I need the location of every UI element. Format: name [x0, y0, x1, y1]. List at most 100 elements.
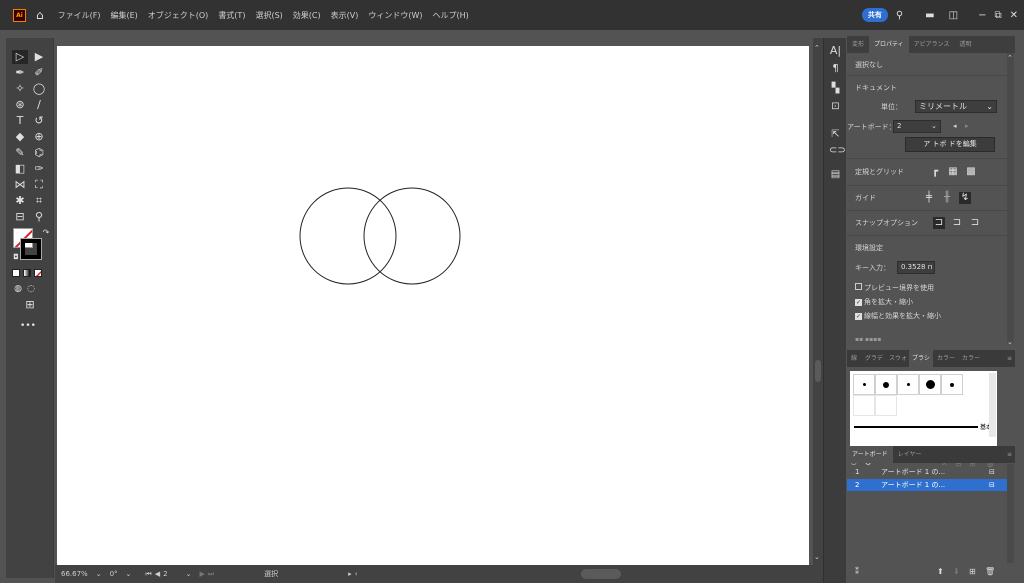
gradient-tool-icon[interactable]: ◧ — [12, 162, 28, 176]
pen-tool-icon[interactable]: ✒ — [12, 66, 28, 80]
swatches-panel-icon[interactable]: ▚ — [829, 82, 842, 95]
symbol-tool-icon[interactable]: ⊛ — [12, 98, 28, 112]
brush-scrollbar[interactable] — [989, 373, 996, 437]
smart-guides-icon[interactable]: ↯ — [959, 192, 971, 204]
horizontal-scrollbar-thumb[interactable] — [581, 569, 621, 579]
delete-artboard-icon[interactable]: 🗑 — [985, 567, 995, 576]
puppet-warp-tool-icon[interactable]: ✱ — [12, 194, 28, 208]
edit-toolbar-icon[interactable]: ••• — [20, 319, 36, 333]
workspace-switcher-icon[interactable]: ◫ — [949, 10, 958, 21]
panel-scrollbar[interactable] — [1007, 464, 1014, 564]
libraries-panel-icon[interactable]: ⊡ — [829, 100, 842, 113]
none-mode-icon[interactable] — [34, 269, 42, 277]
menu-edit[interactable]: 編集(E) — [110, 10, 137, 21]
draw-behind-icon[interactable]: ◌ — [23, 282, 39, 296]
menu-help[interactable]: ヘルプ(H) — [432, 10, 468, 21]
blend-tool-icon[interactable]: ⋈ — [12, 178, 28, 192]
artboard-number-field[interactable]: 2 — [163, 570, 167, 578]
artboard[interactable] — [57, 46, 809, 565]
perspective-tool-icon[interactable]: ⌬ — [31, 146, 47, 160]
tab-artboards[interactable]: アートボード — [847, 446, 893, 463]
artboard-row[interactable]: 1 アートボード 1 の... ⊟ — [847, 466, 1007, 478]
scroll-down-icon[interactable]: ⌄ — [814, 553, 820, 561]
panel-scroll-down-icon[interactable]: ⌄ — [1007, 338, 1013, 346]
artboard-options-icon[interactable]: ⊟ — [989, 479, 995, 491]
panel-menu-icon[interactable]: ≡ — [1004, 350, 1015, 367]
brush-swatch[interactable] — [941, 374, 963, 395]
tab-layers[interactable]: レイヤー — [893, 446, 927, 463]
stroke-swatch[interactable] — [20, 238, 42, 260]
artboard-dropdown-icon[interactable]: ⌄ — [186, 570, 192, 578]
preview-bounds-checkbox[interactable]: プレビュー境界を使用 — [855, 283, 934, 293]
search-icon[interactable]: ⚲ — [896, 10, 903, 21]
last-artboard-icon[interactable]: ⏭ — [208, 570, 214, 579]
prev-artboard-icon[interactable]: ◀ — [155, 570, 160, 578]
scale-corners-checkbox[interactable]: ✓ 角を拡大・縮小 — [855, 297, 913, 307]
panel-scroll-up-icon[interactable]: ⌃ — [1007, 54, 1013, 62]
scroll-up-icon[interactable]: ⌃ — [814, 44, 820, 52]
zoom-field[interactable]: 66.67% — [61, 570, 88, 578]
panel-scrollbar[interactable] — [1007, 53, 1014, 343]
brush-swatch[interactable] — [875, 374, 897, 395]
edit-artboards-button[interactable]: ア トボ ドを編集 — [905, 137, 995, 152]
next-artboard-icon[interactable]: ▸ — [965, 122, 969, 130]
keyboard-increment-input[interactable]: 0.3528 п — [897, 261, 935, 274]
lock-guides-icon[interactable]: ╫ — [941, 192, 953, 204]
close-icon[interactable]: ✕ — [1010, 10, 1018, 21]
snap-to-grid-icon[interactable]: ⊐ — [951, 217, 963, 229]
right-circle[interactable] — [363, 187, 461, 285]
vertical-scrollbar-thumb[interactable] — [815, 360, 821, 382]
home-icon[interactable]: ⌂ — [36, 8, 44, 22]
character-panel-icon[interactable]: A| — [829, 44, 842, 57]
snap-to-pixel-icon[interactable]: ⊐ — [969, 217, 981, 229]
brush-swatch-empty[interactable] — [875, 395, 897, 416]
tab-color[interactable]: カラー — [933, 350, 959, 367]
move-up-icon[interactable]: ⬆ — [937, 567, 944, 576]
ruler-icon[interactable]: ┏ — [929, 166, 941, 178]
canvas-area[interactable] — [55, 38, 813, 565]
next-artboard-icon[interactable]: ▶ — [199, 570, 204, 578]
menu-effect[interactable]: 効果(C) — [293, 10, 321, 21]
paragraph-panel-icon[interactable]: ¶ — [829, 62, 842, 75]
zoom-tool-icon[interactable]: ⚲ — [31, 210, 47, 224]
tab-appearance[interactable]: アピアランス — [909, 36, 955, 53]
menu-window[interactable]: ウィンドウ(W) — [368, 10, 422, 21]
transparency-grid-icon[interactable]: ▩ — [965, 166, 977, 178]
rotate-tool-icon[interactable]: ↺ — [31, 114, 47, 128]
brush-swatch-empty[interactable] — [853, 395, 875, 416]
rearrange-artboards-icon[interactable]: ⁑ — [855, 567, 859, 576]
gradient-mode-icon[interactable] — [23, 269, 31, 277]
prev-artboard-icon[interactable]: ◂ — [953, 122, 957, 130]
arrange-documents-icon[interactable]: ▬ — [925, 10, 934, 21]
default-fill-stroke-icon[interactable]: ◘ — [8, 250, 24, 264]
color-mode-icon[interactable] — [12, 269, 20, 277]
left-circle[interactable] — [299, 187, 397, 285]
panel-menu-icon[interactable]: ≡ — [1004, 446, 1015, 463]
slice-tool-icon[interactable]: ⊟ — [12, 210, 28, 224]
menu-file[interactable]: ファイル(F) — [58, 10, 101, 21]
restore-icon[interactable]: ⧉ — [994, 10, 1001, 21]
swap-fill-stroke-icon[interactable]: ↷ — [38, 226, 54, 240]
selection-tool-icon[interactable]: ▷ — [12, 50, 28, 64]
eyedropper-tool-icon[interactable]: ✑ — [31, 162, 47, 176]
eraser-tool-icon[interactable]: ◆ — [12, 130, 28, 144]
unit-dropdown[interactable]: ミリメートル ⌄ — [915, 100, 997, 113]
status-menu-arrow-icon[interactable]: ▸ — [348, 570, 352, 578]
ellipse-tool-icon[interactable]: ◯ — [31, 82, 47, 96]
shape-builder-tool-icon[interactable]: ⊕ — [31, 130, 47, 144]
grid-icon[interactable]: ▦ — [947, 166, 959, 178]
scroll-left-icon[interactable]: ‹ — [355, 570, 358, 578]
export-panel-icon[interactable]: ⇱ — [829, 128, 842, 141]
snap-to-point-icon[interactable]: ⊐ — [933, 217, 945, 229]
scale-strokes-checkbox[interactable]: ✓ 線幅と効果を拡大・縮小 — [855, 311, 941, 321]
brush-swatch[interactable] — [853, 374, 875, 395]
align-panel-icon[interactable]: ▤ — [829, 168, 842, 181]
artboard-row-selected[interactable]: 2 アートボード 1 の... ⊟ — [847, 479, 1007, 491]
tab-color-guide[interactable]: カラー — [959, 350, 983, 367]
pencil-tool-icon[interactable]: ✎ — [12, 146, 28, 160]
artboard-tool-icon[interactable]: ⌗ — [31, 194, 47, 208]
tab-gradient[interactable]: グラデ — [861, 350, 887, 367]
direct-selection-tool-icon[interactable]: ▶ — [31, 50, 47, 64]
paintbrush-tool-icon[interactable]: ∕ — [31, 98, 47, 112]
share-button[interactable]: 共有 — [861, 8, 888, 22]
